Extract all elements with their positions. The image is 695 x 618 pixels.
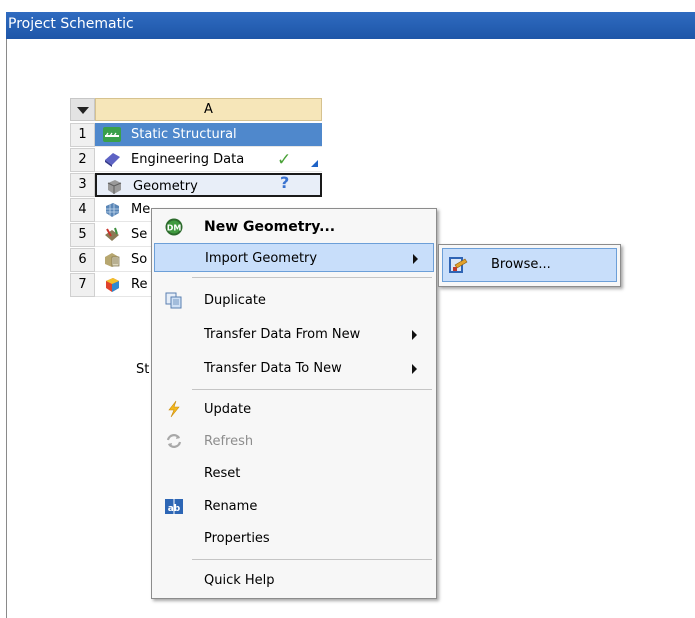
menu-item-label: Transfer Data From New: [204, 327, 361, 342]
row-number: 3: [70, 173, 95, 197]
row-number: 7: [70, 273, 95, 297]
row-number: 5: [70, 223, 95, 247]
menu-item-rename[interactable]: ab Rename: [154, 492, 434, 521]
import-geometry-submenu: Browse...: [438, 244, 621, 287]
row-number: 1: [70, 123, 95, 147]
system-row-engineering-data[interactable]: 2 Engineering Data ✓: [70, 148, 322, 172]
dm-icon: DM: [165, 218, 183, 236]
engineering-data-icon: [105, 153, 120, 167]
refresh-icon: [166, 434, 182, 448]
update-icon: [168, 400, 180, 418]
system-caption[interactable]: St: [136, 362, 149, 377]
system-header: A: [70, 98, 322, 121]
menu-item-label: Refresh: [204, 434, 254, 449]
system-row-static-structural[interactable]: 1 Static Structural: [70, 123, 322, 147]
submenu-arrow-icon: [412, 330, 417, 340]
row-label: Engineering Data: [131, 152, 245, 167]
row-cell[interactable]: Geometry ?: [95, 173, 322, 197]
row-label: Re: [131, 277, 148, 292]
menu-item-reset[interactable]: Reset: [154, 459, 434, 488]
menu-item-label: Update: [204, 402, 252, 417]
panel-title: Project Schematic: [6, 12, 695, 39]
menu-item-duplicate[interactable]: Duplicate: [154, 286, 434, 315]
menu-item-new-geometry[interactable]: DM New Geometry...: [154, 213, 434, 242]
menu-item-import-geometry[interactable]: Import Geometry: [154, 243, 434, 272]
corner-arrow-icon: [311, 160, 318, 167]
menu-item-label: Reset: [204, 466, 241, 481]
submenu-item-label: Browse...: [491, 257, 551, 272]
row-cell[interactable]: Engineering Data ✓: [95, 148, 322, 172]
menu-item-label: Rename: [204, 499, 258, 514]
rename-icon: ab: [165, 497, 183, 515]
model-icon: [106, 203, 119, 217]
row-label: So: [131, 252, 148, 267]
solution-icon: [105, 253, 120, 267]
check-icon: ✓: [277, 150, 292, 170]
submenu-arrow-icon: [412, 364, 417, 374]
system-row-geometry[interactable]: 3 Geometry ?: [70, 173, 322, 197]
geometry-icon: [107, 180, 122, 194]
column-header: A: [95, 98, 322, 121]
menu-separator: [192, 559, 432, 560]
submenu-item-browse[interactable]: Browse...: [442, 248, 617, 282]
svg-text:DM: DM: [167, 224, 182, 233]
menu-separator: [192, 277, 432, 278]
browse-icon: [449, 257, 468, 273]
row-number: 4: [70, 198, 95, 222]
row-label: Static Structural: [131, 127, 237, 142]
menu-item-quick-help[interactable]: Quick Help: [154, 566, 434, 595]
row-label: Me: [131, 202, 151, 217]
menu-item-label: New Geometry...: [204, 219, 336, 235]
row-number: 2: [70, 148, 95, 172]
menu-item-label: Transfer Data To New: [204, 361, 342, 376]
system-menu-arrow-icon[interactable]: [70, 98, 95, 121]
menu-item-properties[interactable]: Properties: [154, 524, 434, 553]
context-menu: DM New Geometry... Import Geometry Dupli…: [151, 208, 437, 599]
submenu-arrow-icon: [413, 254, 418, 264]
results-icon: [106, 278, 119, 292]
menu-item-label: Duplicate: [204, 293, 266, 308]
menu-item-transfer-data-from-new[interactable]: Transfer Data From New: [154, 320, 434, 349]
row-number: 6: [70, 248, 95, 272]
menu-item-refresh[interactable]: Refresh: [154, 427, 434, 456]
menu-item-label: Import Geometry: [205, 251, 318, 266]
row-label: Geometry: [133, 179, 198, 194]
top-strip: [0, 0, 695, 12]
menu-item-label: Quick Help: [204, 573, 275, 588]
static-structural-icon: [103, 127, 121, 142]
menu-item-label: Properties: [204, 531, 270, 546]
question-icon: ?: [280, 173, 290, 192]
row-label: Se: [131, 227, 148, 242]
menu-separator: [192, 389, 432, 390]
row-cell[interactable]: Static Structural: [95, 123, 322, 147]
duplicate-icon: [165, 292, 182, 309]
menu-item-transfer-data-to-new[interactable]: Transfer Data To New: [154, 354, 434, 383]
menu-item-update[interactable]: Update: [154, 395, 434, 424]
setup-icon: [105, 227, 119, 241]
